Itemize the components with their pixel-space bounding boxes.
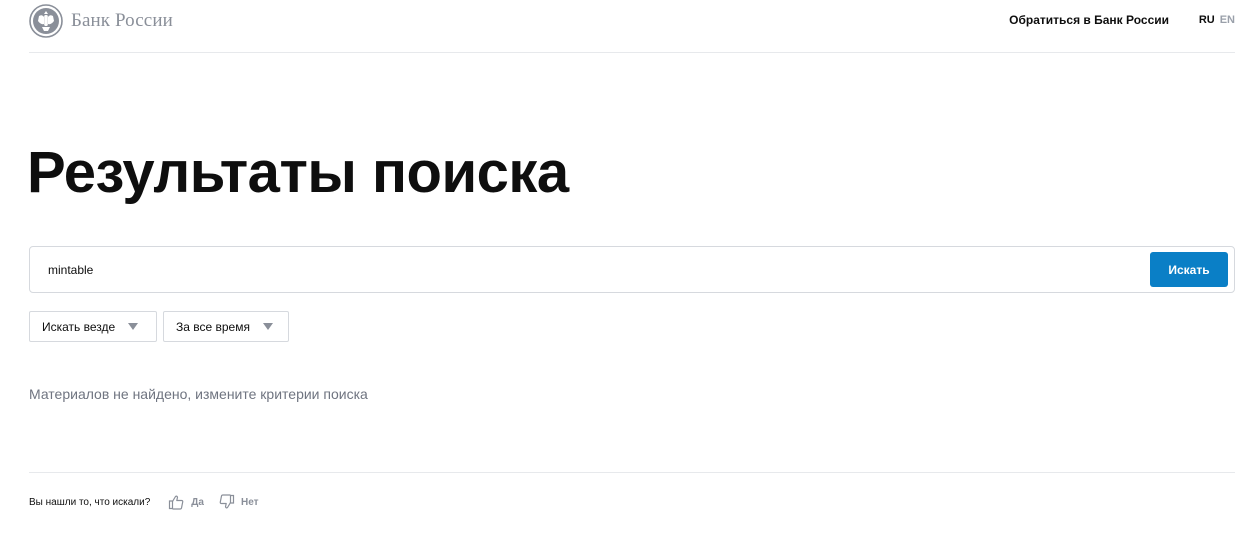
search-filters: Искать везде За все время [29, 311, 289, 342]
search-scope-value: Искать везде [42, 319, 116, 334]
thumbs-down-icon [219, 494, 235, 509]
page-title: Результаты поиска [27, 140, 569, 205]
search-button[interactable]: Искать [1150, 252, 1228, 287]
search-period-select[interactable]: За все время [163, 311, 289, 342]
feedback-divider [29, 472, 1235, 473]
feedback-yes-label: Да [191, 496, 204, 508]
no-results-message: Материалов не найдено, измените критерии… [29, 386, 368, 402]
lang-ru-link[interactable]: RU [1199, 14, 1215, 26]
feedback-yes-button[interactable]: Да [168, 494, 204, 510]
site-logo[interactable]: Банк России [29, 3, 173, 39]
search-box: Искать [29, 246, 1235, 293]
feedback-question: Вы нашли то, что искали? [29, 496, 151, 508]
feedback-no-button[interactable]: Нет [218, 494, 259, 510]
search-input[interactable] [48, 247, 1138, 292]
lang-en-link[interactable]: EN [1220, 14, 1235, 26]
site-header: Банк России Обратиться в Банк России RU … [29, 0, 1235, 53]
search-period-value: За все время [176, 319, 250, 334]
thumbs-up-icon [169, 495, 184, 510]
bank-emblem-icon [29, 4, 63, 38]
contact-bank-link[interactable]: Обратиться в Банк России [1009, 13, 1169, 27]
search-scope-select[interactable]: Искать везде [29, 311, 157, 342]
caret-down-icon [128, 323, 139, 330]
feedback-block: Вы нашли то, что искали? Да Нет [29, 494, 259, 510]
caret-down-icon [262, 323, 273, 330]
feedback-no-label: Нет [240, 496, 259, 508]
language-switcher: RU EN [1199, 14, 1235, 26]
logo-text: Банк России [71, 10, 173, 31]
